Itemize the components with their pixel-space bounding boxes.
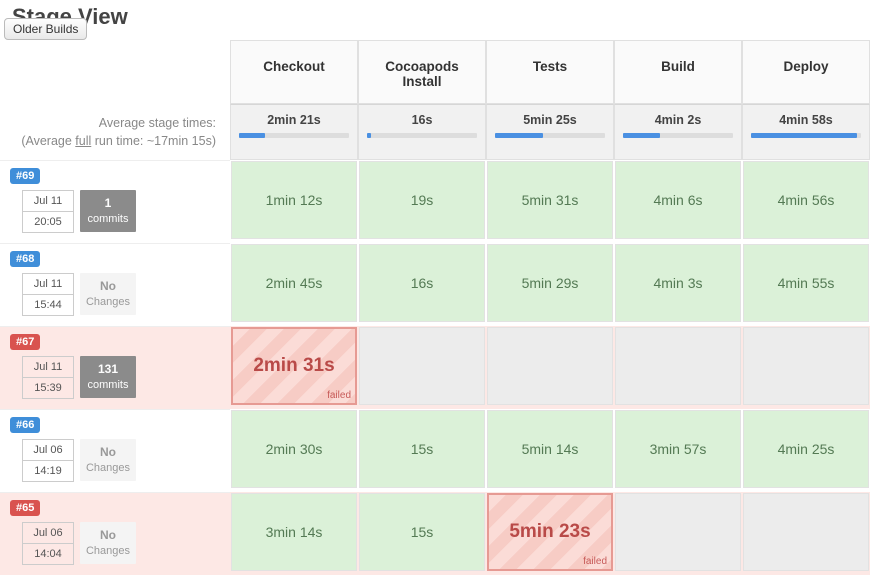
stage-cell[interactable]: 2min 45s (231, 244, 357, 322)
failed-label: failed (327, 390, 351, 401)
stage-header: Cocoapods Install (358, 40, 486, 104)
build-row-header[interactable]: #66 Jul 0614:19NoChanges (0, 409, 230, 492)
stage-header: Build (614, 40, 742, 104)
build-row-header[interactable]: #68 Jul 1115:44NoChanges (0, 243, 230, 326)
stage-cell[interactable]: 3min 14s (231, 493, 357, 571)
stage-cell[interactable] (615, 327, 741, 405)
stage-cell[interactable] (743, 327, 869, 405)
build-badge: #67 (10, 334, 40, 350)
build-commits[interactable]: NoChanges (80, 522, 136, 564)
stage-cell[interactable]: 5min 31s (487, 161, 613, 239)
stage-cell[interactable]: 5min 14s (487, 410, 613, 488)
build-commits[interactable]: NoChanges (80, 439, 136, 481)
average-label: Average stage times:(Average full run ti… (0, 104, 230, 160)
page-title: Stage View (0, 0, 882, 30)
stage-cell[interactable]: 2min 31sfailed (231, 327, 357, 405)
build-row-header[interactable]: #67 Jul 1115:39131commits (0, 326, 230, 409)
stage-cell[interactable]: 1min 12s (231, 161, 357, 239)
build-row-header[interactable]: #65 Jul 0614:04NoChanges (0, 492, 230, 575)
stage-cell[interactable] (487, 327, 613, 405)
build-date: Jul 1115:44 (22, 273, 74, 316)
stage-cell[interactable]: 4min 6s (615, 161, 741, 239)
stage-cell[interactable]: 4min 25s (743, 410, 869, 488)
stage-cell[interactable]: 4min 3s (615, 244, 741, 322)
stage-cell[interactable]: 5min 29s (487, 244, 613, 322)
stage-cell[interactable]: 19s (359, 161, 485, 239)
stage-header: Deploy (742, 40, 870, 104)
build-date: Jul 1115:39 (22, 356, 74, 399)
average-cell: 5min 25s (486, 104, 614, 160)
average-cell: 4min 58s (742, 104, 870, 160)
stage-cell[interactable] (615, 493, 741, 571)
build-date: Jul 0614:04 (22, 522, 74, 565)
failed-label: failed (583, 556, 607, 567)
stage-header: Checkout (230, 40, 358, 104)
stage-cell[interactable]: 4min 55s (743, 244, 869, 322)
build-badge: #69 (10, 168, 40, 184)
older-builds-button[interactable]: Older Builds (4, 18, 87, 40)
stage-cell[interactable]: 16s (359, 244, 485, 322)
build-badge: #68 (10, 251, 40, 267)
stage-cell[interactable]: 2min 30s (231, 410, 357, 488)
build-badge: #65 (10, 500, 40, 516)
stage-cell[interactable]: 15s (359, 493, 485, 571)
build-commits[interactable]: 1commits (80, 190, 136, 232)
build-date: Jul 0614:19 (22, 439, 74, 482)
average-cell: 16s (358, 104, 486, 160)
build-badge: #66 (10, 417, 40, 433)
average-cell: 4min 2s (614, 104, 742, 160)
stage-cell[interactable]: 3min 57s (615, 410, 741, 488)
stage-grid: CheckoutCocoapods InstallTestsBuildDeplo… (0, 40, 882, 575)
average-cell: 2min 21s (230, 104, 358, 160)
build-date: Jul 1120:05 (22, 190, 74, 233)
stage-cell[interactable] (743, 493, 869, 571)
stage-cell[interactable]: 15s (359, 410, 485, 488)
stage-cell[interactable]: 5min 23sfailed (487, 493, 613, 571)
stage-cell[interactable] (359, 327, 485, 405)
stage-cell[interactable]: 4min 56s (743, 161, 869, 239)
build-commits[interactable]: 131commits (80, 356, 136, 398)
build-commits[interactable]: NoChanges (80, 273, 136, 315)
build-row-header[interactable]: #69 Jul 1120:051commits (0, 160, 230, 243)
stage-header: Tests (486, 40, 614, 104)
